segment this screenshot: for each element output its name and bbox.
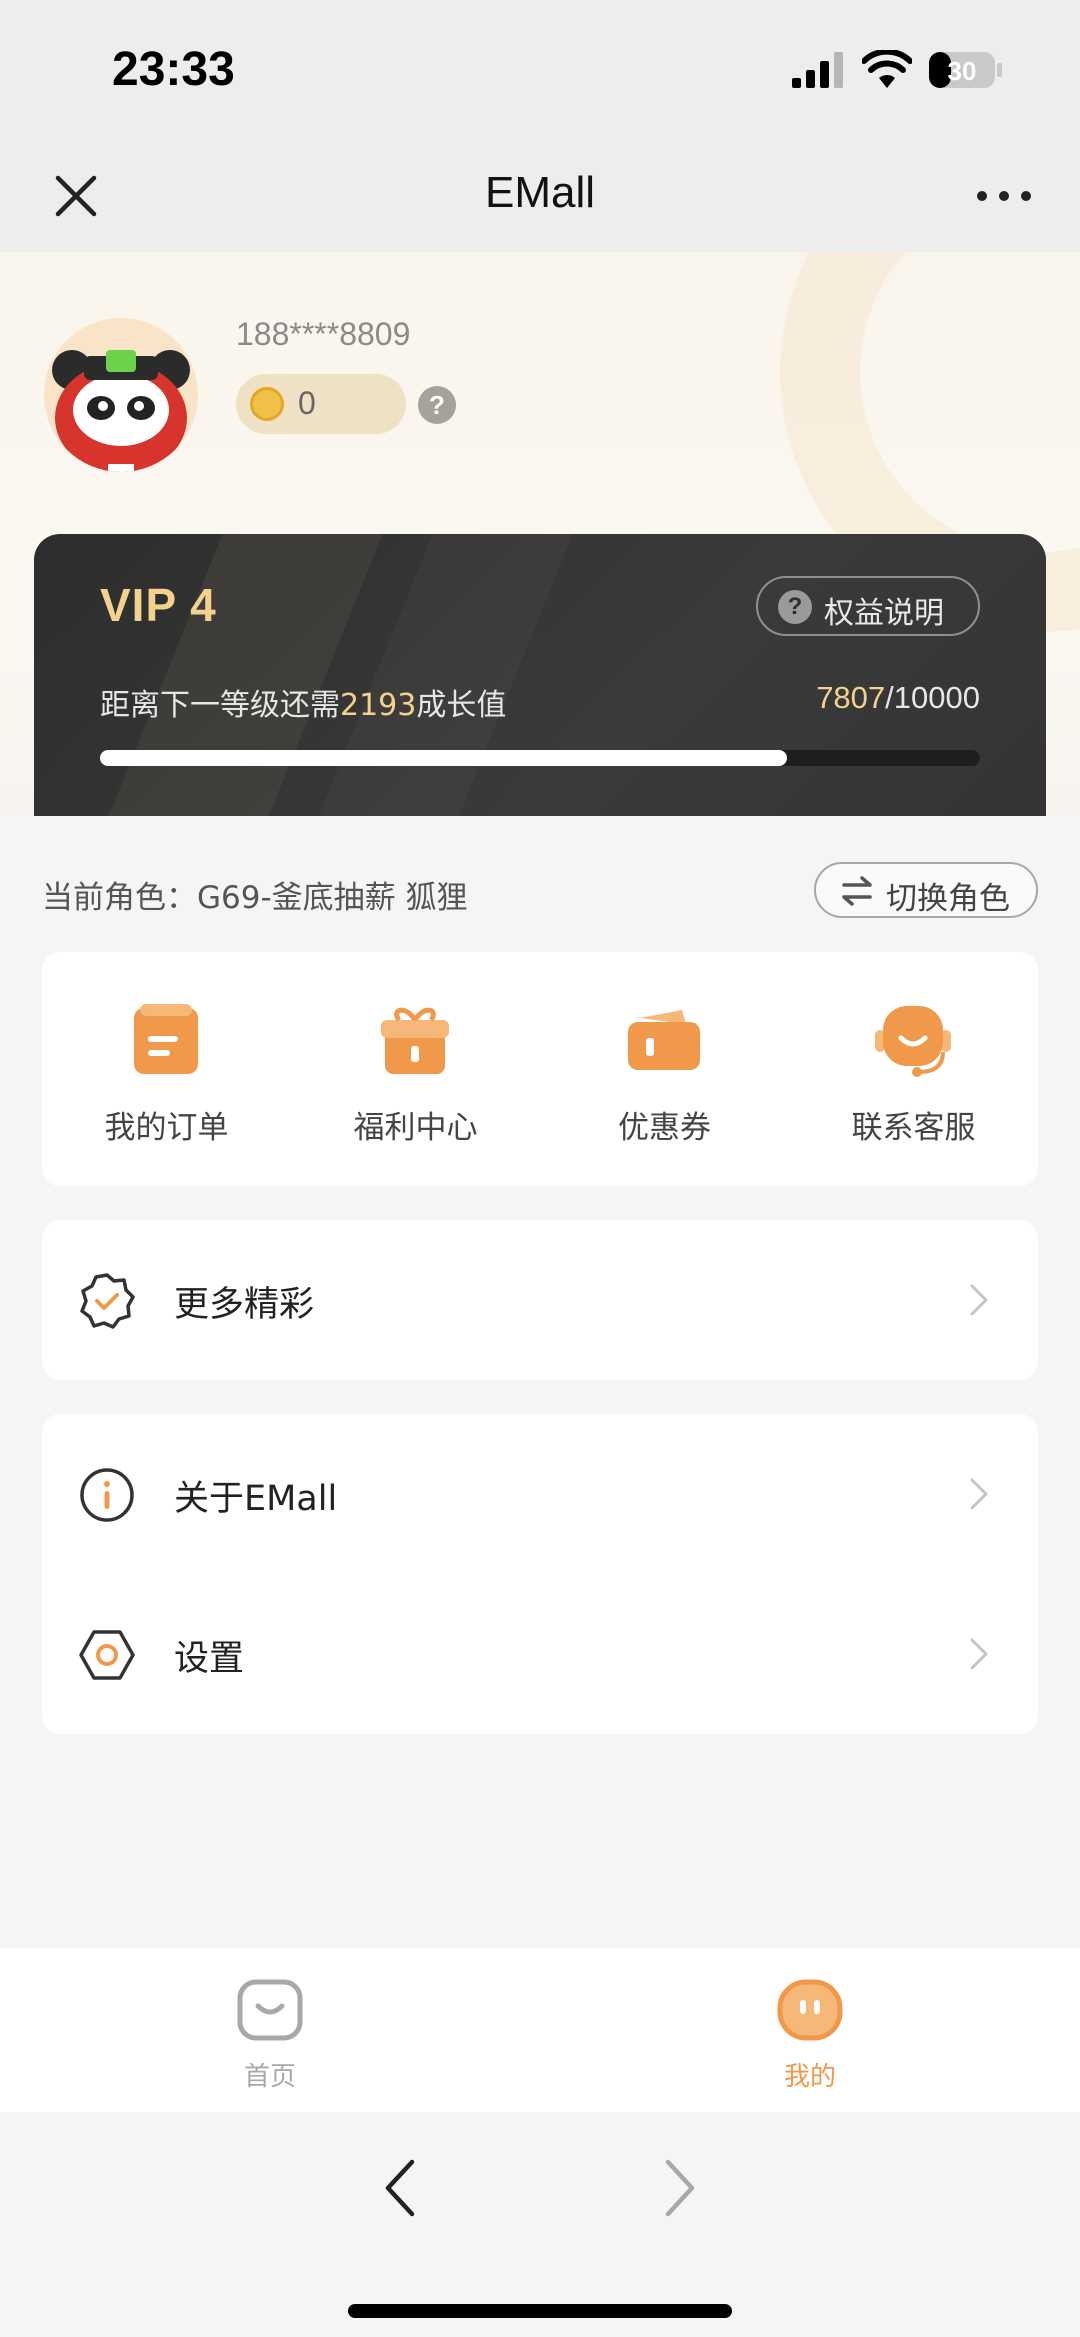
- home-indicator: [348, 2304, 732, 2318]
- battery-level: 30: [948, 56, 977, 86]
- badge-check-icon: [80, 1273, 135, 1329]
- cellular-signal-icon: [792, 52, 843, 88]
- profile-face-icon: [777, 1979, 843, 2041]
- growth-target: 10000: [893, 680, 980, 715]
- chevron-right-icon: [970, 1478, 988, 1510]
- quick-actions: 我的订单 福利中心 优惠券 联系客服: [42, 952, 1038, 1186]
- my-orders-button[interactable]: 我的订单: [42, 952, 291, 1186]
- info-card: 关于EMall 设置: [42, 1414, 1038, 1734]
- tab-label: 首页: [243, 2062, 296, 2092]
- growth-needed-prefix: 距离下一等级还需: [100, 688, 340, 723]
- back-arrow-icon[interactable]: [380, 2156, 420, 2220]
- menu-item-more[interactable]: 更多精彩: [42, 1220, 1038, 1380]
- help-icon[interactable]: ?: [418, 386, 456, 424]
- chevron-right-icon: [970, 1284, 988, 1316]
- quick-action-label: 优惠券: [618, 1110, 711, 1146]
- swap-icon: [842, 876, 872, 906]
- panda-avatar-icon: [44, 318, 198, 472]
- profile-header: 188****8809 0 ? VIP 4 ? 权益说明 距离下一等级还需219…: [0, 252, 1080, 816]
- menu-item-label: 设置: [174, 1639, 245, 1679]
- page-title: EMall: [484, 168, 596, 217]
- growth-current: 7807: [816, 680, 886, 715]
- question-icon: ?: [778, 590, 812, 624]
- growth-progress-bar: [100, 750, 980, 766]
- coupon-icon: [628, 1010, 700, 1070]
- tab-home[interactable]: 首页: [0, 1948, 540, 2112]
- bottom-tab-bar: 首页 我的: [0, 1948, 1080, 2112]
- coin-balance[interactable]: 0: [236, 374, 406, 434]
- menu-item-about[interactable]: 关于EMall: [42, 1414, 1038, 1574]
- tab-mine[interactable]: 我的: [540, 1948, 1080, 2112]
- info-icon: [80, 1468, 134, 1522]
- growth-progress-text: 7807/10000: [816, 680, 980, 716]
- coin-value: 0: [298, 385, 316, 421]
- status-bar: 23:33 30: [0, 0, 1080, 140]
- menu-item-label: 更多精彩: [174, 1285, 315, 1325]
- avatar[interactable]: [44, 318, 198, 472]
- growth-needed-value: 2193: [340, 688, 417, 723]
- coin-icon: [250, 387, 284, 421]
- chevron-right-icon: [970, 1638, 988, 1670]
- switch-role-button[interactable]: 切换角色: [814, 862, 1038, 918]
- home-bag-icon: [237, 1979, 303, 2041]
- coupons-button[interactable]: 优惠券: [540, 952, 789, 1186]
- forward-arrow-icon[interactable]: [660, 2156, 700, 2220]
- browser-toolbar: [0, 2112, 1080, 2337]
- quick-action-label: 联系客服: [851, 1110, 976, 1146]
- order-icon: [134, 1004, 198, 1074]
- vip-card: VIP 4 ? 权益说明 距离下一等级还需2193成长值 7807/10000: [34, 534, 1046, 816]
- quick-action-label: 我的订单: [104, 1110, 229, 1146]
- gift-icon: [381, 1007, 449, 1074]
- close-icon[interactable]: [48, 168, 104, 224]
- menu-item-label: 关于EMall: [174, 1479, 338, 1519]
- menu-item-settings[interactable]: 设置: [42, 1574, 1038, 1734]
- growth-separator: /: [885, 680, 894, 715]
- rights-info-label: 权益说明: [824, 596, 944, 631]
- more-options-icon[interactable]: [974, 180, 1034, 212]
- tab-label: 我的: [783, 2062, 836, 2092]
- switch-role-label: 切换角色: [886, 881, 1010, 917]
- growth-needed-text: 距离下一等级还需2193成长值: [100, 680, 506, 724]
- contact-support-button[interactable]: 联系客服: [789, 952, 1038, 1186]
- status-time: 23:33: [112, 43, 235, 96]
- quick-action-label: 福利中心: [353, 1110, 478, 1146]
- more-card: 更多精彩: [42, 1220, 1038, 1380]
- settings-icon: [79, 1630, 135, 1680]
- current-role: 当前角色：G69-釜底抽薪 狐狸: [42, 880, 468, 916]
- battery-icon: 30: [929, 52, 1002, 88]
- rights-info-button[interactable]: ? 权益说明: [756, 576, 980, 636]
- growth-progress-fill: [100, 750, 788, 766]
- wifi-icon: [862, 50, 912, 88]
- support-icon: [875, 1006, 951, 1077]
- welfare-center-button[interactable]: 福利中心: [291, 952, 540, 1186]
- user-phone: 188****8809: [236, 316, 411, 352]
- nav-bar: EMall: [0, 140, 1080, 252]
- vip-level: VIP 4: [100, 579, 217, 631]
- growth-needed-suffix: 成长值: [416, 688, 507, 723]
